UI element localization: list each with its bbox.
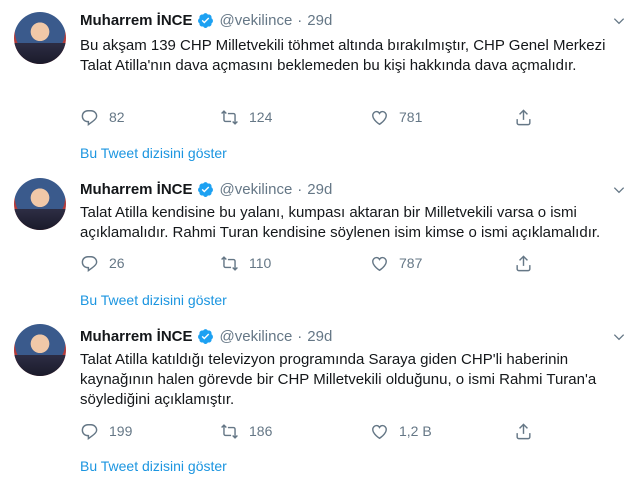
verified-badge-icon bbox=[197, 328, 213, 344]
reply-icon bbox=[81, 255, 98, 272]
tweet[interactable]: Muharrem İNCE @vekilince · 29d Bu akşam … bbox=[0, 0, 640, 168]
retweet-icon bbox=[221, 423, 238, 439]
heart-icon bbox=[372, 110, 387, 125]
retweet-count: 186 bbox=[249, 423, 273, 439]
separator-dot: · bbox=[297, 180, 303, 198]
reply-count: 199 bbox=[109, 423, 133, 439]
like-button[interactable]: 1,2 B bbox=[370, 421, 432, 441]
heart-icon bbox=[372, 256, 387, 271]
like-count: 1,2 B bbox=[399, 423, 432, 439]
tweet-header: Muharrem İNCE @vekilince · 29d bbox=[80, 10, 332, 30]
reply-button[interactable]: 199 bbox=[80, 421, 132, 441]
reply-count: 82 bbox=[109, 109, 125, 125]
separator-dot: · bbox=[297, 11, 303, 29]
like-count: 787 bbox=[399, 255, 423, 271]
reply-button[interactable]: 26 bbox=[80, 253, 125, 273]
reply-icon bbox=[81, 109, 98, 126]
author-handle[interactable]: @vekilince bbox=[220, 12, 293, 29]
share-icon bbox=[516, 422, 531, 439]
avatar[interactable] bbox=[14, 324, 66, 376]
tweet-time[interactable]: 29d bbox=[307, 12, 332, 29]
reply-icon bbox=[81, 423, 98, 440]
separator-dot: · bbox=[297, 327, 303, 345]
share-button[interactable] bbox=[514, 253, 543, 273]
show-thread-link[interactable]: Bu Tweet dizisini göster bbox=[80, 145, 227, 161]
chevron-down-icon[interactable] bbox=[612, 183, 626, 197]
verified-badge-icon bbox=[197, 181, 213, 197]
chevron-down-icon[interactable] bbox=[612, 330, 626, 344]
show-thread-link[interactable]: Bu Tweet dizisini göster bbox=[80, 458, 227, 474]
retweet-button[interactable]: 124 bbox=[220, 107, 272, 127]
like-count: 781 bbox=[399, 109, 423, 125]
tweet[interactable]: Muharrem İNCE @vekilince · 29d Talat Ati… bbox=[0, 168, 640, 318]
chevron-down-icon[interactable] bbox=[612, 14, 626, 28]
retweet-button[interactable]: 186 bbox=[220, 421, 272, 441]
reply-button[interactable]: 82 bbox=[80, 107, 125, 127]
like-button[interactable]: 781 bbox=[370, 107, 422, 127]
tweet-text: Talat Atilla katıldığı televizyon progra… bbox=[80, 351, 597, 408]
show-thread-link[interactable]: Bu Tweet dizisini göster bbox=[80, 292, 227, 308]
share-icon bbox=[516, 108, 531, 125]
author-name[interactable]: Muharrem İNCE bbox=[80, 328, 193, 345]
retweet-icon bbox=[221, 255, 238, 271]
avatar[interactable] bbox=[14, 12, 66, 64]
tweet-actions: 82 124 781 bbox=[80, 107, 540, 127]
retweet-icon bbox=[221, 109, 238, 125]
tweet-text: Bu akşam 139 CHP Milletvekili töhmet alt… bbox=[80, 37, 606, 74]
tweet[interactable]: Muharrem İNCE @vekilince · 29d Talat Ati… bbox=[0, 318, 640, 480]
author-name[interactable]: Muharrem İNCE bbox=[80, 181, 193, 198]
tweet-text: Talat Atilla kendisine bu yalanı, kumpas… bbox=[80, 204, 601, 241]
tweet-time[interactable]: 29d bbox=[307, 181, 332, 198]
tweet-actions: 199 186 1,2 B bbox=[80, 421, 540, 441]
tweet-time[interactable]: 29d bbox=[307, 328, 332, 345]
author-handle[interactable]: @vekilince bbox=[220, 328, 293, 345]
verified-badge-icon bbox=[197, 12, 213, 28]
retweet-count: 110 bbox=[249, 255, 272, 271]
tweet-header: Muharrem İNCE @vekilince · 29d bbox=[80, 326, 332, 346]
reply-count: 26 bbox=[109, 255, 125, 271]
retweet-button[interactable]: 110 bbox=[220, 253, 271, 273]
retweet-count: 124 bbox=[249, 109, 273, 125]
heart-icon bbox=[372, 424, 387, 439]
tweet-actions: 26 110 787 bbox=[80, 253, 540, 273]
share-button[interactable] bbox=[514, 107, 543, 127]
author-handle[interactable]: @vekilince bbox=[220, 181, 293, 198]
author-name[interactable]: Muharrem İNCE bbox=[80, 12, 193, 29]
like-button[interactable]: 787 bbox=[370, 253, 422, 273]
avatar[interactable] bbox=[14, 178, 66, 230]
share-icon bbox=[516, 254, 531, 271]
tweet-header: Muharrem İNCE @vekilince · 29d bbox=[80, 179, 332, 199]
share-button[interactable] bbox=[514, 421, 543, 441]
